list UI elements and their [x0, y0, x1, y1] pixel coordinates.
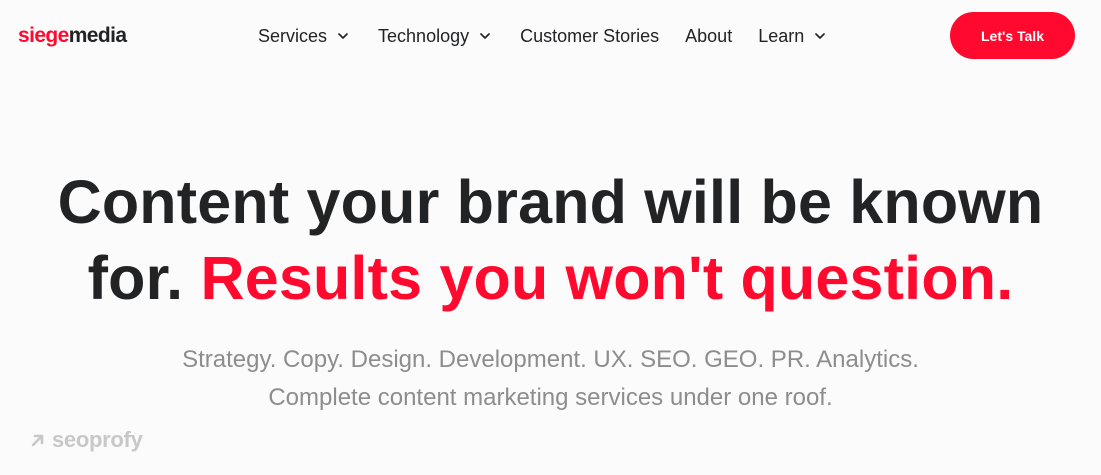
nav-item-label: Services [258, 26, 328, 46]
chevron-down-icon [478, 29, 492, 43]
chevron-down-icon [813, 29, 827, 43]
nav-item-services[interactable]: Services [258, 22, 350, 50]
nav-item-label: About [685, 26, 733, 46]
nav-item-about[interactable]: About [685, 22, 732, 50]
nav-item-customer-stories[interactable]: Customer Stories [520, 22, 659, 50]
nav-item-technology[interactable]: Technology [378, 22, 492, 50]
chevron-down-icon [336, 29, 350, 43]
headline-accent-text: Results you won't question. [200, 244, 1014, 312]
seoprofy-watermark: seoprofy [30, 427, 143, 453]
logo-part-media: media [68, 24, 127, 47]
nav-item-learn[interactable]: Learn [758, 22, 827, 50]
subheadline-line-2: Complete content marketing services unde… [268, 384, 833, 411]
headline-line-2-prefix: for. [87, 244, 184, 312]
hero-headline: Content your brand will be known for. Re… [0, 164, 1101, 316]
logo-part-siege: siege [18, 24, 69, 47]
nav-item-label: Technology [378, 26, 470, 46]
siegemedia-logo[interactable]: siegemedia [18, 22, 127, 50]
headline-line-1: Content your brand will be known [57, 168, 1044, 236]
nav-item-label: Customer Stories [520, 26, 660, 46]
page: siegemedia Services Technology Customer … [0, 0, 1101, 475]
arrow-up-right-icon [30, 432, 46, 448]
main-nav: Services Technology Customer Stories Abo… [258, 22, 827, 50]
lets-talk-button[interactable]: Let's Talk [950, 12, 1075, 59]
hero-section: Content your brand will be known for. Re… [0, 164, 1101, 316]
hero-subheadline: Strategy. Copy. Design. Development. UX.… [0, 341, 1101, 417]
nav-item-label: Learn [758, 26, 805, 46]
subheadline-line-1: Strategy. Copy. Design. Development. UX.… [182, 346, 919, 373]
watermark-text: seoprofy [52, 427, 143, 452]
